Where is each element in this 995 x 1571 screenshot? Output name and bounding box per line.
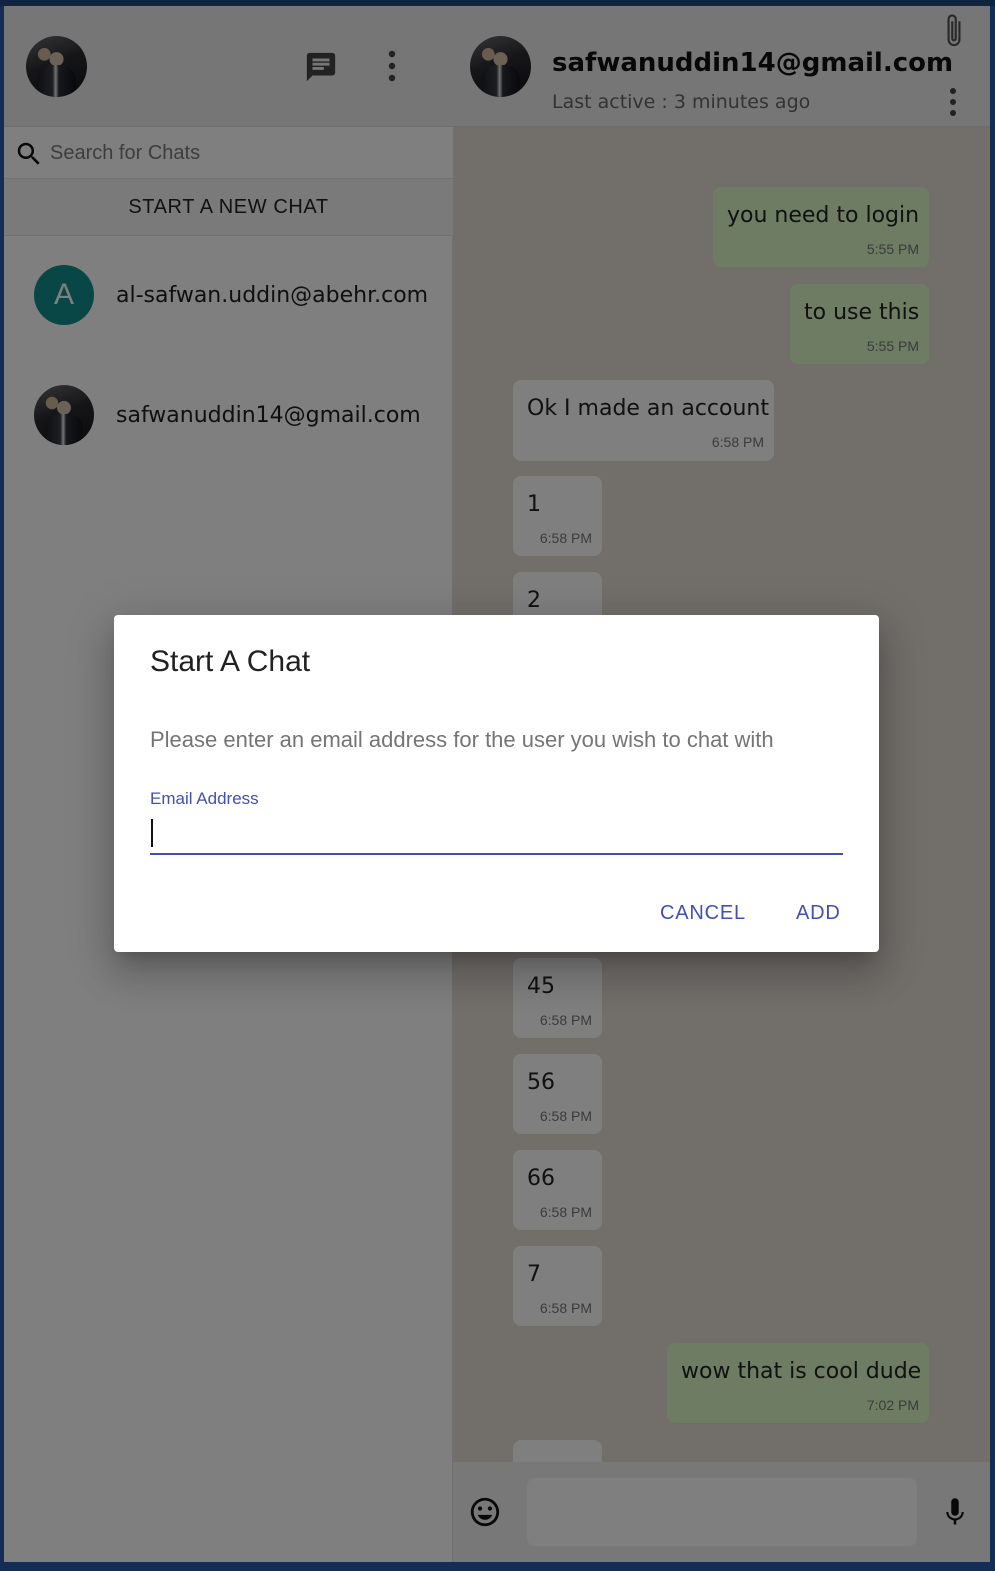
dialog-title: Start A Chat: [150, 645, 311, 678]
email-field-label: Email Address: [150, 789, 259, 808]
add-button[interactable]: ADD: [788, 895, 849, 931]
start-chat-dialog: Start A Chat Please enter an email addre…: [114, 615, 879, 952]
email-field[interactable]: [150, 813, 843, 855]
cancel-button[interactable]: CANCEL: [652, 895, 754, 931]
text-caret: [151, 819, 153, 847]
dialog-description: Please enter an email address for the us…: [150, 727, 774, 752]
